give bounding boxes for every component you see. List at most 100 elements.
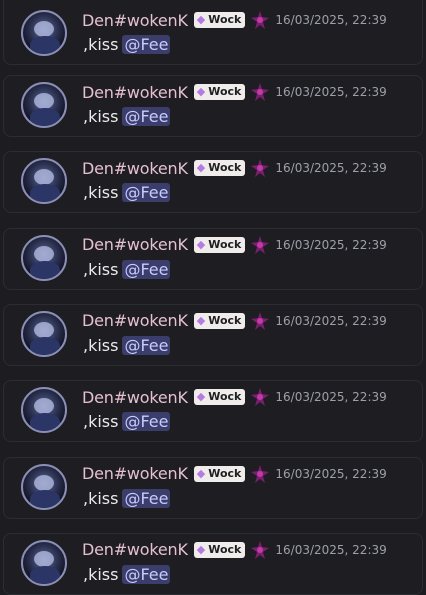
- user-mention[interactable]: @Fee: [122, 564, 171, 584]
- avatar-body: [30, 489, 60, 508]
- guild-tag-badge[interactable]: ◆ Wock: [193, 84, 246, 100]
- timestamp: 16/03/2025, 22:39: [275, 390, 387, 405]
- avatar[interactable]: [21, 10, 67, 56]
- avatar[interactable]: [21, 234, 67, 281]
- username[interactable]: Den#wokenK: [82, 464, 188, 483]
- message-content: ,kiss @Fee: [83, 335, 171, 355]
- message-text: ,kiss: [83, 335, 119, 355]
- timestamp: 16/03/2025, 22:39: [275, 466, 387, 481]
- timestamp: 16/03/2025, 22:39: [275, 542, 387, 557]
- user-mention[interactable]: @Fee: [122, 412, 171, 432]
- avatar-face: [34, 93, 54, 109]
- user-mention[interactable]: @Fee: [122, 259, 171, 279]
- message-content: ,kiss @Fee: [83, 107, 171, 126]
- message-content: ,kiss @Fee: [83, 488, 171, 508]
- username[interactable]: Den#wokenK: [82, 11, 188, 30]
- user-mention[interactable]: @Fee: [122, 183, 171, 203]
- crystal-icon: ◆: [196, 85, 206, 98]
- guild-tag-badge[interactable]: ◆ Wock: [193, 160, 246, 177]
- crystal-icon: ◆: [196, 237, 206, 251]
- chat-message: Den#wokenK ◆ Wock 16/03/2025, 22:39 ,kis…: [3, 380, 423, 443]
- avatar-body: [30, 184, 60, 203]
- guild-tag-badge[interactable]: ◆ Wock: [193, 465, 246, 482]
- username[interactable]: Den#wokenK: [82, 388, 188, 407]
- timestamp: 16/03/2025, 22:39: [275, 161, 387, 176]
- message-header: Den#wokenK ◆ Wock 16/03/2025, 22:39: [82, 540, 387, 560]
- username[interactable]: Den#wokenK: [82, 235, 188, 254]
- avatar-body: [30, 108, 60, 126]
- username[interactable]: Den#wokenK: [82, 540, 188, 559]
- username[interactable]: Den#wokenK: [82, 83, 188, 102]
- avatar-face: [34, 321, 54, 338]
- message-header: Den#wokenK ◆ Wock 16/03/2025, 22:39: [82, 10, 387, 30]
- avatar[interactable]: [21, 387, 67, 434]
- avatar-body: [30, 36, 60, 54]
- username[interactable]: Den#wokenK: [82, 311, 188, 330]
- guild-tag-label: Wock: [208, 161, 242, 175]
- crystal-icon: ◆: [196, 542, 206, 556]
- message-content: ,kiss @Fee: [83, 259, 171, 279]
- timestamp: 16/03/2025, 22:39: [275, 13, 387, 27]
- guild-tag-badge[interactable]: ◆ Wock: [193, 236, 246, 253]
- message-content: ,kiss @Fee: [83, 183, 171, 203]
- crystal-icon: ◆: [196, 13, 206, 26]
- user-mention[interactable]: @Fee: [122, 35, 171, 54]
- avatar[interactable]: [21, 158, 67, 205]
- chat-message: Den#wokenK ◆ Wock 16/03/2025, 22:39 ,kis…: [3, 0, 423, 65]
- chat-message: Den#wokenK ◆ Wock 16/03/2025, 22:39 ,kis…: [3, 75, 423, 137]
- guild-tag-label: Wock: [208, 237, 242, 251]
- avatar-face: [34, 398, 54, 415]
- avatar-body: [30, 565, 60, 584]
- crystal-icon: ◆: [196, 390, 206, 404]
- guild-tag-badge[interactable]: ◆ Wock: [193, 312, 246, 329]
- avatar[interactable]: [21, 463, 67, 510]
- avatar-body: [30, 336, 60, 355]
- message-header: Den#wokenK ◆ Wock 16/03/2025, 22:39: [82, 311, 387, 331]
- guild-tag-label: Wock: [208, 466, 242, 480]
- message-content: ,kiss @Fee: [83, 35, 171, 54]
- chat-message: Den#wokenK ◆ Wock 16/03/2025, 22:39 ,kis…: [3, 303, 423, 366]
- guild-tag-badge[interactable]: ◆ Wock: [193, 12, 246, 28]
- user-mention[interactable]: @Fee: [122, 488, 171, 508]
- sparkle-emoji-icon: [250, 311, 270, 331]
- guild-tag-badge[interactable]: ◆ Wock: [193, 541, 246, 558]
- crystal-icon: ◆: [196, 466, 206, 480]
- message-text: ,kiss: [83, 564, 119, 584]
- sparkle-emoji-icon: [250, 387, 270, 407]
- message-text: ,kiss: [83, 35, 119, 54]
- guild-tag-label: Wock: [208, 13, 242, 26]
- crystal-icon: ◆: [196, 161, 206, 175]
- user-mention[interactable]: @Fee: [122, 335, 171, 355]
- avatar[interactable]: [21, 539, 67, 586]
- timestamp: 16/03/2025, 22:39: [275, 313, 387, 328]
- guild-tag-label: Wock: [208, 542, 242, 556]
- timestamp: 16/03/2025, 22:39: [275, 85, 387, 99]
- message-header: Den#wokenK ◆ Wock 16/03/2025, 22:39: [82, 464, 387, 484]
- crystal-icon: ◆: [196, 313, 206, 327]
- sparkle-emoji-icon: [250, 540, 270, 560]
- message-text: ,kiss: [83, 107, 119, 126]
- avatar-face: [34, 169, 54, 186]
- message-content: ,kiss @Fee: [83, 564, 171, 584]
- message-text: ,kiss: [83, 412, 119, 432]
- chat-message: Den#wokenK ◆ Wock 16/03/2025, 22:39 ,kis…: [3, 151, 423, 214]
- avatar-face: [34, 245, 54, 262]
- avatar-face: [34, 21, 54, 37]
- message-content: ,kiss @Fee: [83, 412, 171, 432]
- message-text: ,kiss: [83, 259, 119, 279]
- sparkle-emoji-icon: [250, 82, 270, 102]
- message-text: ,kiss: [83, 488, 119, 508]
- message-text: ,kiss: [83, 183, 119, 203]
- avatar-face: [34, 550, 54, 567]
- timestamp: 16/03/2025, 22:39: [275, 237, 387, 252]
- avatar-body: [30, 413, 60, 432]
- avatar[interactable]: [21, 82, 67, 128]
- guild-tag-label: Wock: [208, 390, 242, 404]
- sparkle-emoji-icon: [250, 10, 270, 30]
- sparkle-emoji-icon: [250, 464, 270, 484]
- sparkle-emoji-icon: [250, 235, 270, 255]
- avatar[interactable]: [21, 310, 67, 357]
- guild-tag-badge[interactable]: ◆ Wock: [193, 389, 246, 406]
- username[interactable]: Den#wokenK: [82, 159, 188, 178]
- user-mention[interactable]: @Fee: [122, 107, 171, 126]
